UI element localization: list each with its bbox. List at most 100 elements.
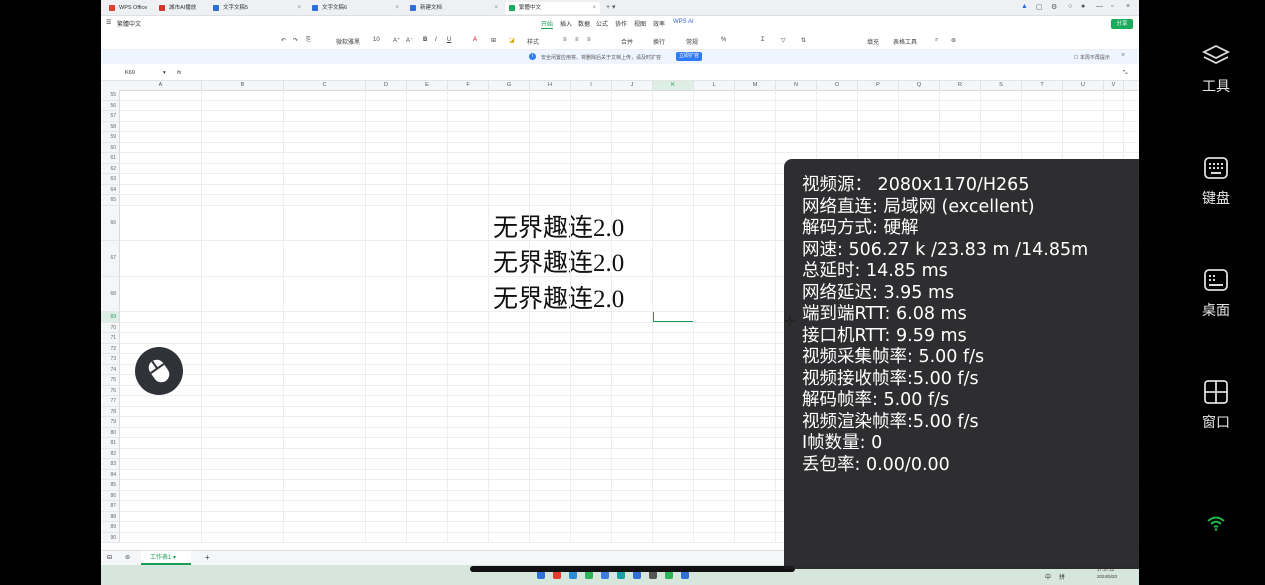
column-header[interactable]: S [981,81,1022,90]
column-header[interactable]: E [407,81,448,90]
row-header[interactable]: 73 [101,354,120,365]
font-shrink-icon[interactable]: A⁻ [406,37,413,44]
row-header[interactable]: 82 [101,448,120,459]
ime-lang[interactable]: 中 [1045,572,1051,581]
start-icon[interactable] [537,571,545,579]
tab-doc6[interactable]: 文字文稿6 × [308,2,403,14]
menu-data[interactable]: 数据 [578,19,590,28]
maximize-icon[interactable]: ▫ [1111,3,1113,10]
bold-icon[interactable]: B [423,37,427,43]
row-header[interactable]: 81 [101,438,120,449]
no-remind-checkbox[interactable]: ☐ 本周不再提示 [1074,54,1110,61]
wrap-button[interactable]: 换行 [653,37,665,46]
column-header[interactable]: T [1022,81,1063,90]
row-header[interactable]: 58 [101,121,120,132]
row-header[interactable]: 69 [101,312,120,323]
column-header[interactable]: R [940,81,981,90]
row-header[interactable]: 80 [101,427,120,438]
hamburger-icon[interactable]: ☰ [106,19,111,26]
align-center-icon[interactable]: ≡ [575,37,579,43]
table-tools-button[interactable]: 表格工具 [893,37,917,46]
row-header[interactable]: 72 [101,343,120,354]
column-header[interactable]: A [120,81,202,90]
tab-wps-office[interactable]: WPS Office [105,2,153,14]
row-header[interactable]: 70 [101,322,120,333]
fx-icon[interactable]: fx [177,70,181,76]
fill-color-icon[interactable]: ◪ [509,37,515,44]
keyboard-button[interactable]: 键盘 [1179,154,1253,208]
redo-icon[interactable]: ↷ [293,37,298,44]
column-header[interactable]: V [1104,81,1124,90]
column-header[interactable]: P [858,81,899,90]
row-header[interactable]: 71 [101,333,120,344]
menu-collab[interactable]: 协作 [615,19,627,28]
row-header[interactable]: 84 [101,469,120,480]
row-header[interactable]: 78 [101,406,120,417]
column-header[interactable]: M [735,81,776,90]
row-header[interactable]: 63 [101,174,120,185]
menu-formula[interactable]: 公式 [596,19,608,28]
tools-button[interactable]: 工具 [1179,42,1253,96]
settings-icon[interactable]: ⊛ [951,37,956,44]
border-icon[interactable]: ⊞ [491,37,496,44]
row-header[interactable]: 88 [101,511,120,522]
row-header[interactable]: 61 [101,153,120,164]
column-header[interactable]: J [612,81,653,90]
close-icon[interactable]: × [1121,52,1125,59]
menu-start[interactable]: 开始 [541,19,554,29]
row-header[interactable]: 55 [101,90,120,101]
row-header[interactable]: 90 [101,532,120,543]
column-header[interactable]: C [284,81,366,90]
app-icon[interactable] [649,571,657,579]
merge-button[interactable]: 合并 [621,37,633,46]
sort-icon[interactable]: ⇅ [801,37,806,44]
percent-icon[interactable]: % [721,37,726,43]
menu-efficiency[interactable]: 效率 [653,19,665,28]
menu-view[interactable]: 视图 [634,19,646,28]
home-indicator[interactable] [470,566,795,572]
style-select[interactable]: 样式 [527,37,539,46]
row-header[interactable]: 66 [101,205,120,241]
column-header[interactable]: O [817,81,858,90]
edge-icon[interactable] [617,571,625,579]
number-format-select[interactable]: 常规 [686,37,698,46]
sheet-list-icon[interactable]: ⊜ [125,554,130,561]
row-header[interactable]: 83 [101,459,120,470]
app-icon[interactable] [601,571,609,579]
column-header[interactable]: D [366,81,407,90]
new-tab-icon[interactable]: + ▾ [606,3,616,11]
close-icon[interactable]: × [592,2,596,14]
app-icon[interactable] [633,571,641,579]
row-header[interactable]: 86 [101,490,120,501]
close-icon[interactable]: × [297,2,301,14]
format-painter-icon[interactable]: ⎘ [306,37,311,44]
browser-icon[interactable] [569,571,577,579]
font-grow-icon[interactable]: A⁺ [393,37,400,44]
sheet-tab[interactable]: 工作表1 ▾ [141,551,191,565]
menu-insert[interactable]: 插入 [560,19,572,28]
cell-text[interactable]: 无界趣连2.0 [493,243,624,279]
font-size-select[interactable]: 10 [373,37,380,43]
share-button[interactable]: 分享 [1111,19,1133,29]
row-header[interactable]: 74 [101,364,120,375]
wps-taskbar-icon[interactable] [553,571,561,579]
row-header[interactable]: 76 [101,385,120,396]
column-header[interactable]: G [489,81,530,90]
align-left-icon[interactable]: ≡ [563,37,567,43]
row-header[interactable]: 65 [101,195,120,206]
row-header[interactable]: 67 [101,241,120,277]
font-color-icon[interactable]: A [473,37,477,43]
tab-doc5[interactable]: 文字文稿5 × [209,2,305,14]
align-right-icon[interactable]: ≡ [587,37,591,43]
tab-ai-player[interactable]: 城市AI播放 [155,2,205,14]
expand-capacity-button[interactable]: 立即扩容 [676,52,703,61]
expand-icon[interactable]: ⤡ [1123,70,1127,77]
desktop-button[interactable]: 桌面 [1179,266,1253,320]
user-icon[interactable]: ▲ [1021,3,1028,10]
sum-icon[interactable]: Σ [761,37,765,43]
cell-text[interactable]: 无界趣连2.0 [493,208,624,244]
row-header[interactable]: 56 [101,100,120,111]
window-close-icon[interactable]: × [1126,3,1130,10]
chrome-icon[interactable] [585,571,593,579]
column-header[interactable]: U [1063,81,1104,90]
